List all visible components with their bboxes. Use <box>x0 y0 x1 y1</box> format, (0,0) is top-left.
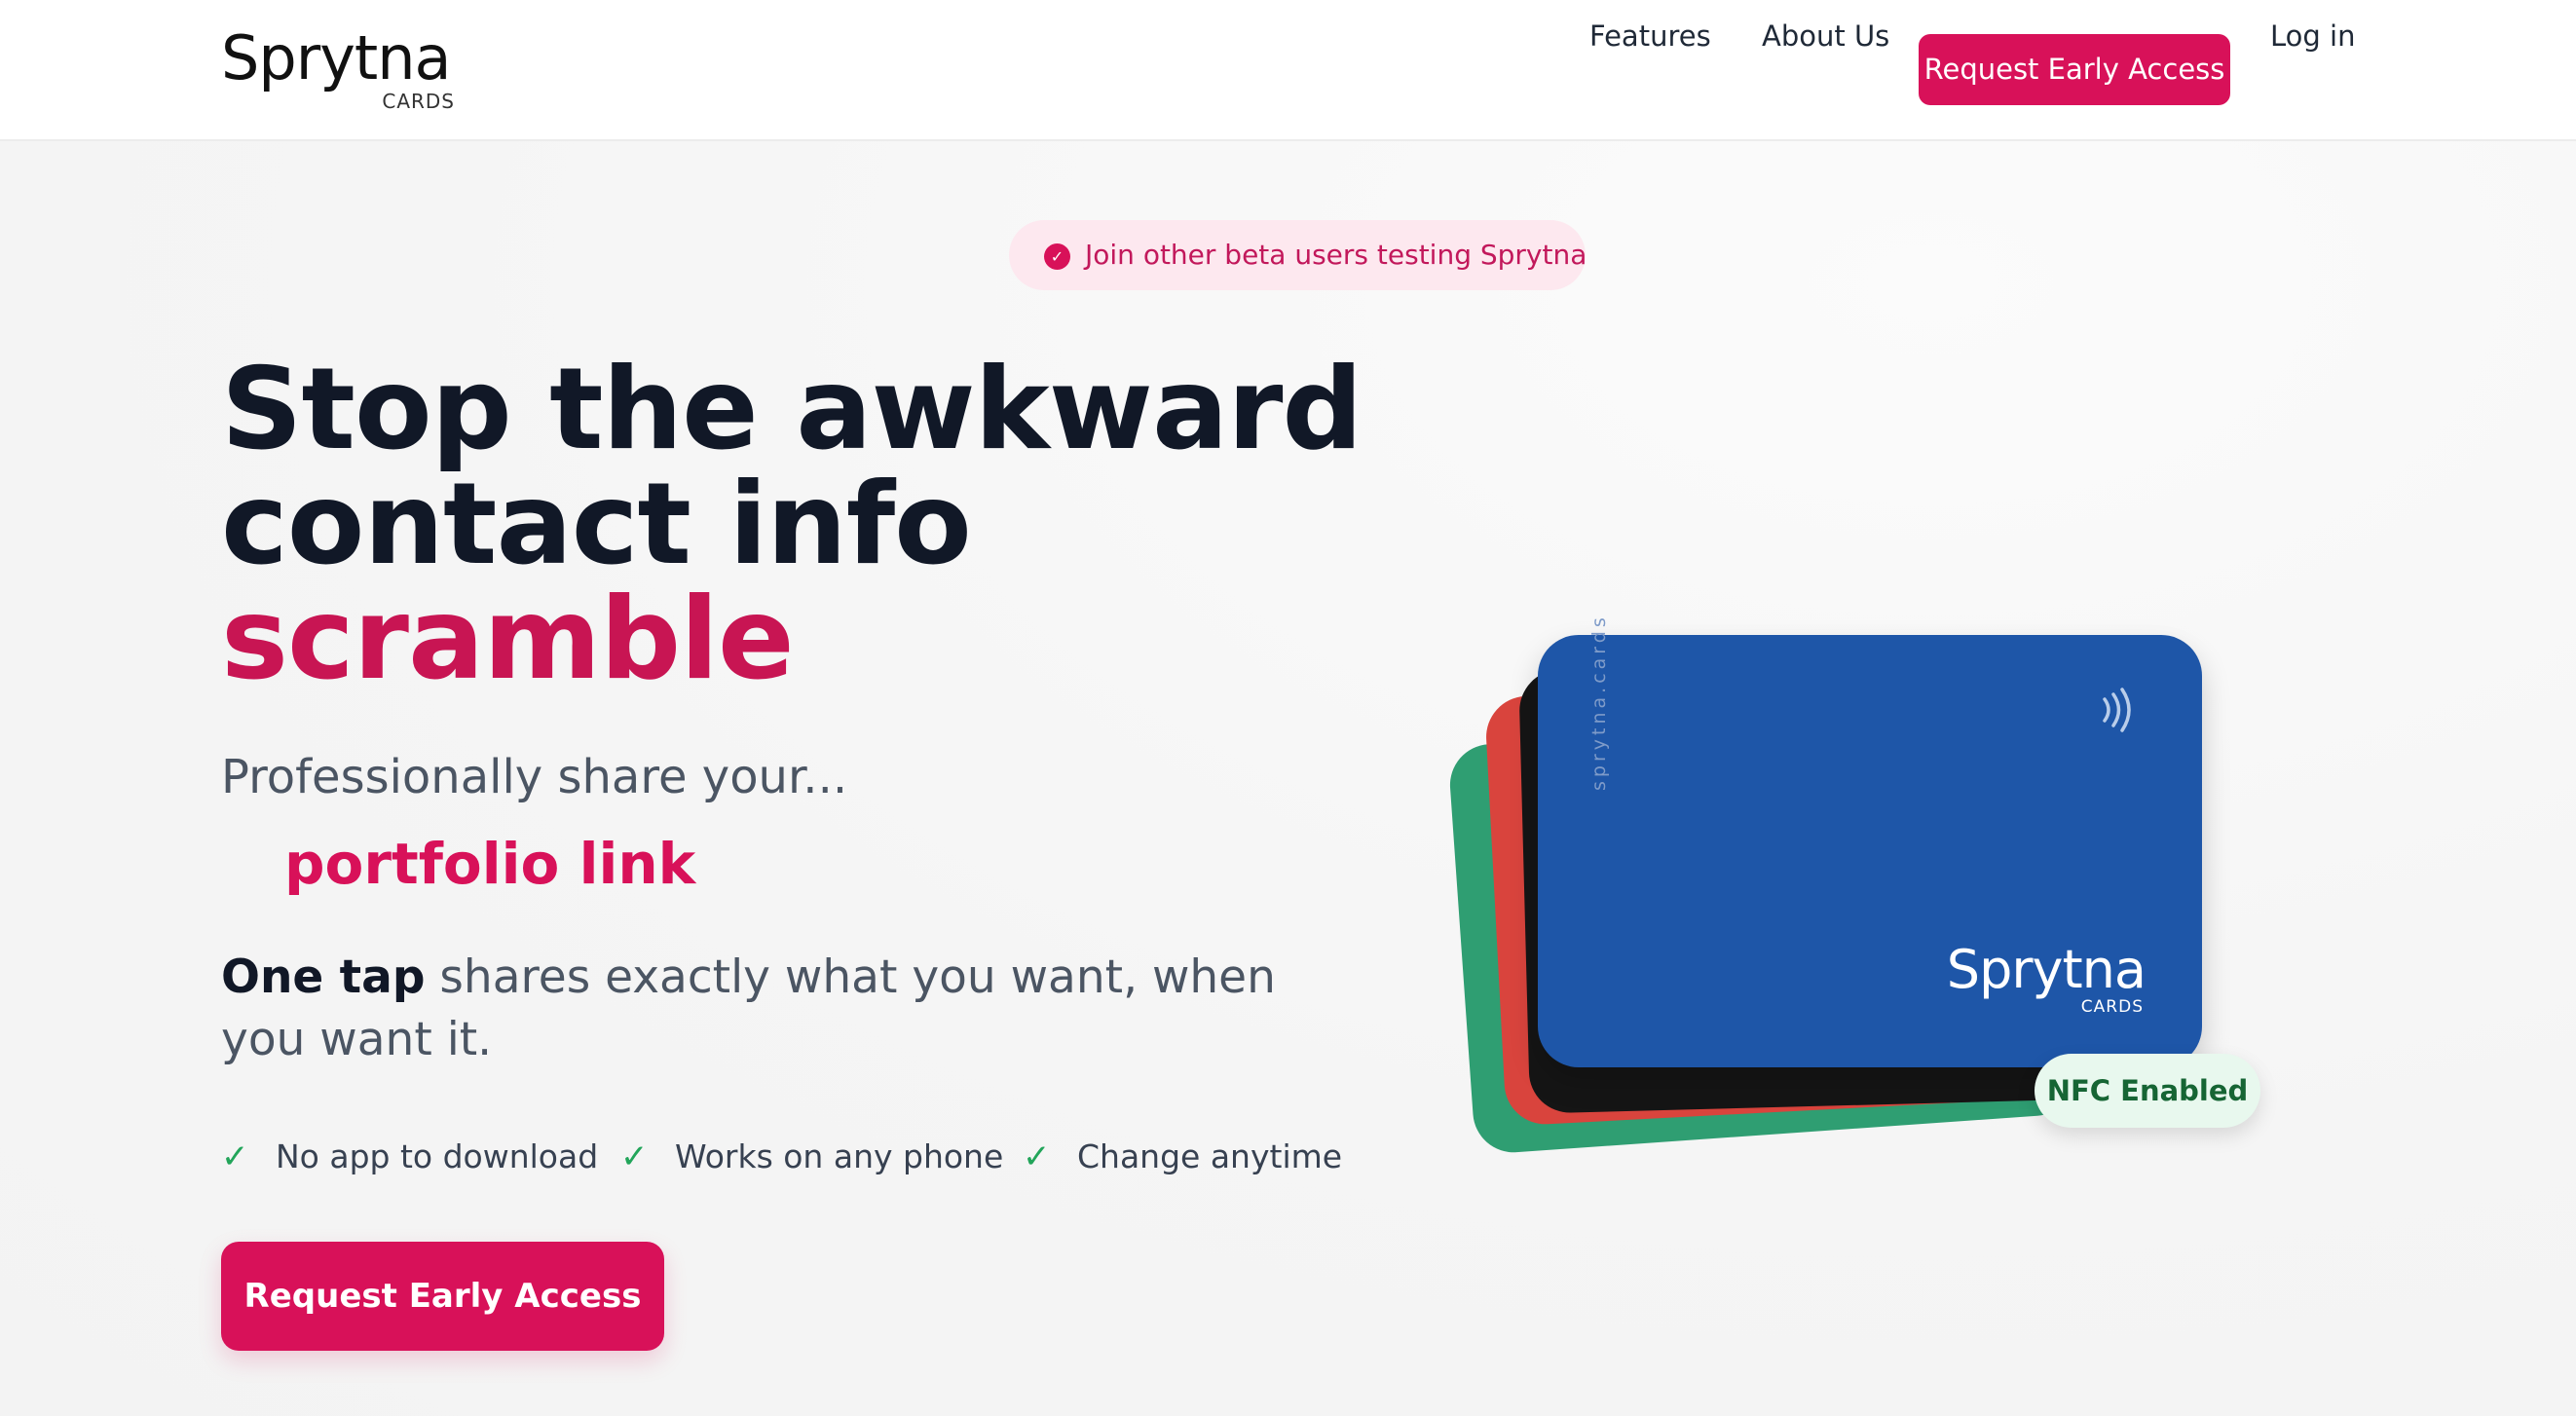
check-item: ✓ No app to download <box>221 1133 598 1181</box>
card-logo-word: Sprytna <box>1946 939 2147 1000</box>
nav-login-link[interactable]: Log in <box>2270 0 2355 72</box>
hero-request-access-button[interactable]: Request Early Access <box>221 1242 664 1351</box>
headline-line-2: contact info <box>221 459 972 590</box>
check-icon: ✓ <box>1023 1137 1051 1176</box>
card-logo: Sprytna CARDS <box>1941 939 2147 1021</box>
landing-page: Sprytna CARDS Features About Us Request … <box>0 0 2576 1416</box>
blue-card: sprytna.cards Sprytna CARDS <box>1538 614 2202 1067</box>
brand-sub: CARDS <box>382 90 455 113</box>
hero-lead: Professionally share your... <box>221 750 848 804</box>
headline-accent: scramble <box>221 574 795 705</box>
beta-pill: ✓ Join other beta users testing Sprytna <box>1009 220 1587 290</box>
brand-name: Sprytna <box>221 22 451 93</box>
hero-rotating-word: portfolio link <box>284 831 696 897</box>
brand-logo[interactable]: Sprytna CARDS <box>221 27 465 115</box>
check-item: ✓ Change anytime <box>1023 1133 1342 1181</box>
headline-line-1: Stop the awkward <box>221 344 1363 475</box>
check-circle-icon: ✓ <box>1044 243 1070 270</box>
check-label: No app to download <box>276 1137 599 1175</box>
check-item: ✓ Works on any phone <box>620 1133 1003 1181</box>
card-side-text: sprytna.cards <box>1588 614 1610 791</box>
site-header: Sprytna CARDS Features About Us Request … <box>0 0 2576 141</box>
check-label: Works on any phone <box>675 1137 1004 1175</box>
check-icon: ✓ <box>620 1137 649 1176</box>
nfc-waves-icon <box>2103 688 2131 732</box>
nav-features-link[interactable]: Features <box>1589 0 1711 72</box>
card-logo-sub: CARDS <box>2080 997 2144 1017</box>
nav-about-link[interactable]: About Us <box>1762 0 1889 72</box>
hero-tagline: One tap shares exactly what you want, wh… <box>221 947 1351 1071</box>
check-label: Change anytime <box>1077 1137 1343 1175</box>
tagline-bold: One tap <box>221 950 426 1004</box>
beta-pill-text: Join other beta users testing Sprytna <box>1085 239 1587 271</box>
nav-request-access-button[interactable]: Request Early Access <box>1919 34 2230 105</box>
hero-headline: Stop the awkward contact info scramble <box>221 353 1390 697</box>
check-icon: ✓ <box>221 1137 249 1176</box>
nfc-enabled-badge: NFC Enabled <box>2035 1054 2260 1128</box>
